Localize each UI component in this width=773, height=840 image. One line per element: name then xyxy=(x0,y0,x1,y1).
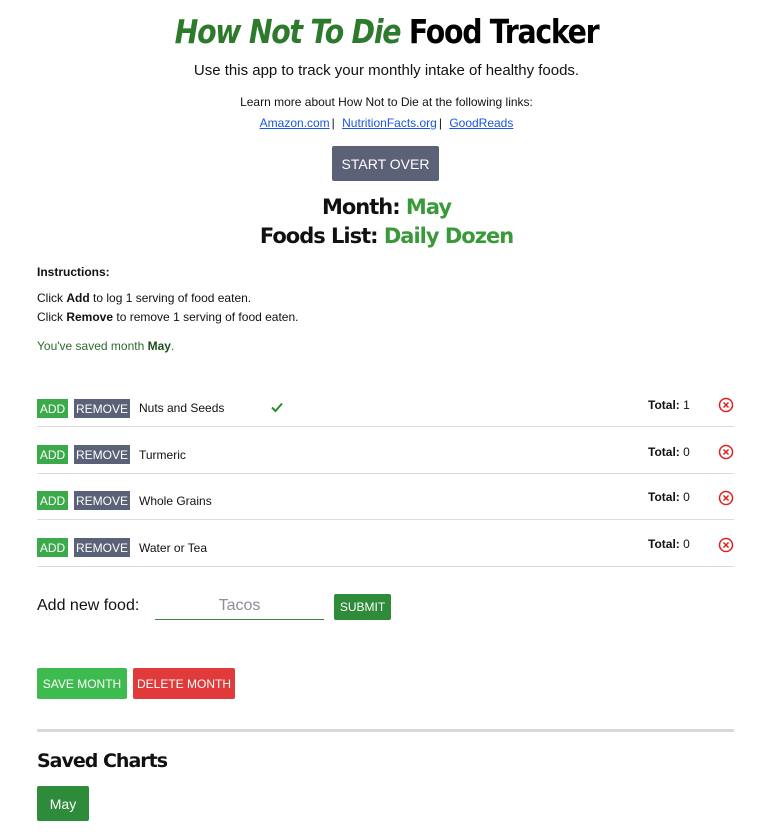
month-value: May xyxy=(405,195,452,219)
total-value: 0 xyxy=(683,537,690,551)
saved-message-text: You've saved month xyxy=(37,339,145,353)
link-separator: | xyxy=(438,116,442,130)
instructions-title: Instructions: xyxy=(37,265,110,279)
instruction-add: Click Add to log 1 serving of food eaten… xyxy=(37,291,251,305)
new-food-input[interactable] xyxy=(155,592,324,620)
remove-serving-button[interactable]: REMOVE xyxy=(74,399,130,418)
instruction-text: Click xyxy=(37,310,63,324)
food-row: ADD REMOVE Nuts and Seeds Total: 1 xyxy=(37,380,734,427)
food-name: Water or Tea xyxy=(139,541,208,555)
saved-message-month: May xyxy=(147,339,171,353)
foods-list-value: Daily Dozen xyxy=(383,224,514,248)
food-name: Nuts and Seeds xyxy=(139,401,225,415)
saved-month-message: You've saved month May. xyxy=(37,339,174,353)
total-value: 0 xyxy=(683,490,690,504)
total-value: 1 xyxy=(683,398,690,412)
food-total: Total: 0 xyxy=(648,537,690,551)
link-amazon[interactable]: Amazon.com xyxy=(260,116,330,130)
food-row: ADD REMOVE Turmeric Total: 0 xyxy=(37,427,734,474)
food-row: ADD REMOVE Water or Tea Total: 0 xyxy=(37,520,734,567)
link-goodreads[interactable]: GoodReads xyxy=(449,116,513,130)
month-label: Month: xyxy=(321,195,401,219)
saved-charts-title: Saved Charts xyxy=(37,750,168,772)
food-total: Total: 0 xyxy=(648,445,690,459)
check-icon xyxy=(271,402,283,413)
section-divider xyxy=(37,729,734,732)
learn-more-text: Learn more about How Not to Die at the f… xyxy=(240,95,533,109)
external-links: Amazon.com | NutritionFacts.org | GoodRead… xyxy=(0,116,773,130)
start-over-button[interactable]: START OVER xyxy=(332,146,439,181)
remove-serving-button[interactable]: REMOVE xyxy=(74,491,130,510)
instruction-keyword: Remove xyxy=(66,310,114,324)
total-label: Total: xyxy=(648,490,680,504)
instruction-text: to log 1 serving of food eaten. xyxy=(93,291,252,305)
food-total: Total: 1 xyxy=(648,398,690,412)
app-title: How Not To Die Food Tracker xyxy=(54,12,719,51)
close-circle-icon[interactable] xyxy=(718,444,734,460)
month-heading: Month: May xyxy=(0,195,773,219)
saved-chart-button[interactable]: May xyxy=(37,786,89,821)
instruction-text: to remove 1 serving of food eaten. xyxy=(116,310,299,324)
add-serving-button[interactable]: ADD xyxy=(37,445,68,464)
close-circle-icon[interactable] xyxy=(718,490,734,506)
food-row: ADD REMOVE Whole Grains Total: 0 xyxy=(37,473,734,520)
instruction-text: Click xyxy=(37,291,63,305)
instruction-keyword: Add xyxy=(66,291,90,305)
remove-serving-button[interactable]: REMOVE xyxy=(74,445,130,464)
link-nutritionfacts[interactable]: NutritionFacts.org xyxy=(342,116,437,130)
instruction-remove: Click Remove to remove 1 serving of food… xyxy=(37,310,298,324)
close-circle-icon[interactable] xyxy=(718,537,734,553)
submit-food-button[interactable]: SUBMIT xyxy=(334,594,391,620)
app-subtitle: Use this app to track your monthly intak… xyxy=(193,62,580,79)
remove-serving-button[interactable]: REMOVE xyxy=(74,538,130,557)
food-name: Turmeric xyxy=(139,448,186,462)
total-label: Total: xyxy=(648,398,680,412)
saved-message-suffix: . xyxy=(170,339,175,353)
foods-list-label: Foods List: xyxy=(259,224,379,248)
link-separator: | xyxy=(331,116,335,130)
add-serving-button[interactable]: ADD xyxy=(37,399,68,418)
add-serving-button[interactable]: ADD xyxy=(37,538,68,557)
total-label: Total: xyxy=(648,445,680,459)
food-total: Total: 0 xyxy=(648,490,690,504)
app-title-brand: How Not To Die xyxy=(174,12,402,51)
foods-list-heading: Foods List: Daily Dozen xyxy=(0,224,773,248)
save-month-button[interactable]: SAVE MONTH xyxy=(37,668,127,699)
app-title-rest: Food Tracker xyxy=(408,12,600,51)
total-label: Total: xyxy=(648,537,680,551)
add-serving-button[interactable]: ADD xyxy=(37,491,68,510)
food-name: Whole Grains xyxy=(139,494,212,508)
add-food-label: Add new food: xyxy=(37,597,140,614)
close-circle-icon[interactable] xyxy=(718,397,734,413)
total-value: 0 xyxy=(683,445,690,459)
delete-month-button[interactable]: DELETE MONTH xyxy=(133,668,235,699)
